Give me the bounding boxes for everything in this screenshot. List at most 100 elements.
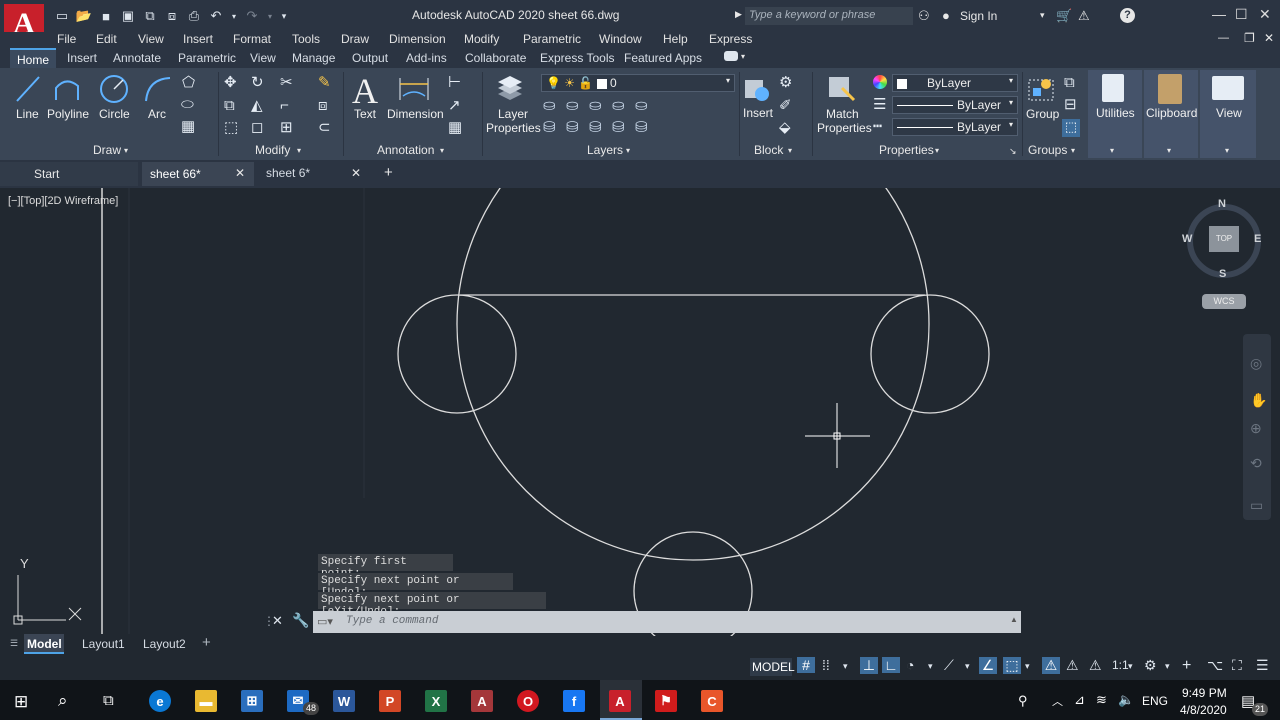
text-button-label[interactable]: Text: [354, 107, 376, 121]
menu-window[interactable]: Window: [599, 32, 642, 46]
close-tab-icon[interactable]: ✕: [351, 166, 361, 180]
save-icon[interactable]: ■: [98, 8, 114, 24]
text-icon[interactable]: A: [352, 70, 378, 112]
fillet-icon[interactable]: ⌐: [280, 98, 289, 114]
rotate-icon[interactable]: ↻: [251, 75, 264, 91]
layer-tool-5-icon[interactable]: ⛀: [635, 98, 648, 114]
tab-insert[interactable]: Insert: [67, 51, 97, 65]
binoculars-icon[interactable]: ⚇: [918, 8, 930, 24]
store-icon[interactable]: ⊞: [241, 690, 263, 712]
linear-dimension-icon[interactable]: ⊢: [448, 75, 461, 91]
layer-tool-9-icon[interactable]: ⛁: [612, 120, 625, 136]
snap-icon[interactable]: ⁞⁞: [822, 657, 830, 673]
redo-dropdown-icon[interactable]: ▾: [266, 8, 274, 24]
explode-icon[interactable]: ⧈: [318, 98, 328, 114]
lineweight-icon[interactable]: ☰: [873, 97, 886, 113]
chevron-down-icon[interactable]: ▾: [297, 146, 301, 155]
group-select-icon[interactable]: ⬚: [1062, 119, 1080, 137]
tab-manage[interactable]: Manage: [292, 51, 335, 65]
open-web-icon[interactable]: ⧉: [142, 8, 158, 24]
layer-properties-icon[interactable]: [494, 74, 526, 104]
ribbon-toggle-icon[interactable]: [724, 51, 738, 61]
chevron-down-icon[interactable]: ▾: [1040, 10, 1045, 21]
new-file-icon[interactable]: ▭: [54, 8, 70, 24]
block-panel-label[interactable]: Block: [754, 143, 783, 157]
network-icon[interactable]: ⊿: [1074, 692, 1085, 708]
layer-properties-label-1[interactable]: Layer: [498, 107, 528, 121]
auto-scale-icon[interactable]: ⚠: [1066, 657, 1079, 674]
layer-tool-3-icon[interactable]: ⛀: [589, 98, 602, 114]
menu-file[interactable]: File: [57, 32, 76, 46]
tab-home[interactable]: Home: [10, 48, 56, 68]
wifi-icon[interactable]: ≋: [1096, 692, 1107, 708]
add-layout-icon[interactable]: +: [202, 634, 211, 651]
command-prompt-icon[interactable]: ▭▾: [317, 615, 333, 628]
chevron-down-icon[interactable]: ▾: [928, 661, 933, 672]
close-icon[interactable]: ✕: [272, 613, 283, 629]
tab-parametric[interactable]: Parametric: [178, 51, 236, 65]
group-button-label[interactable]: Group: [1026, 107, 1059, 121]
menu-format[interactable]: Format: [233, 32, 271, 46]
customization-menu-icon[interactable]: ☰: [1256, 657, 1269, 674]
chevron-down-icon[interactable]: ▾: [440, 146, 444, 155]
fullscreen-icon[interactable]: ⛶: [1232, 657, 1242, 674]
polyline-icon[interactable]: [52, 74, 84, 104]
pan-icon[interactable]: ✋: [1250, 392, 1267, 409]
edge-browser-icon[interactable]: e: [149, 690, 171, 712]
color-wheel-icon[interactable]: [873, 75, 887, 89]
tab-model[interactable]: Model: [24, 634, 64, 654]
word-icon[interactable]: W: [333, 690, 355, 712]
trim-icon[interactable]: ✂: [280, 75, 293, 91]
units-icon[interactable]: ⌥: [1207, 657, 1223, 674]
hatch-icon[interactable]: ▦: [181, 119, 195, 135]
match-properties-label-2[interactable]: Properties: [817, 121, 872, 135]
zoom-extents-icon[interactable]: ⊕: [1250, 420, 1262, 437]
task-view-icon[interactable]: ⧉: [103, 692, 114, 709]
menu-draw[interactable]: Draw: [341, 32, 369, 46]
panel-launcher-icon[interactable]: ↘: [1009, 146, 1017, 157]
opera-icon[interactable]: O: [517, 690, 539, 712]
layer-tool-7-icon[interactable]: ⛁: [566, 120, 579, 136]
table-icon[interactable]: ▦: [448, 120, 462, 136]
lineweight-dropdown[interactable]: ByLayer ▾: [892, 96, 1018, 114]
chevron-down-icon[interactable]: ▾: [1025, 661, 1030, 672]
erase-icon[interactable]: ✎: [318, 75, 331, 91]
volume-icon[interactable]: 🔈: [1118, 692, 1134, 708]
redo-icon[interactable]: ↷: [244, 8, 260, 24]
chevron-down-icon[interactable]: ▾: [124, 146, 128, 155]
screen-recorder-icon[interactable]: C: [701, 690, 723, 712]
layer-tool-2-icon[interactable]: ⛀: [566, 98, 579, 114]
command-input[interactable]: Type a command: [346, 615, 438, 627]
layer-tool-1-icon[interactable]: ⛀: [543, 98, 556, 114]
dimension-button-label[interactable]: Dimension: [387, 107, 444, 121]
search-input[interactable]: Type a keyword or phrase: [745, 7, 913, 25]
create-block-icon[interactable]: ⚙: [779, 75, 792, 91]
cart-icon[interactable]: 🛒: [1056, 8, 1072, 24]
chevron-right-icon[interactable]: ▶: [735, 9, 742, 20]
menu-modify[interactable]: Modify: [464, 32, 499, 46]
insert-button-label[interactable]: Insert: [743, 106, 773, 120]
chevron-up-icon[interactable]: ▲: [1010, 615, 1018, 624]
rectangle-icon[interactable]: ⬠: [182, 75, 195, 91]
user-icon[interactable]: ●: [942, 8, 950, 23]
edit-block-icon[interactable]: ✐: [779, 98, 792, 114]
chevron-down-icon[interactable]: ▾: [1165, 661, 1170, 672]
undo-icon[interactable]: ↶: [208, 8, 224, 24]
facebook-icon[interactable]: f: [563, 690, 585, 712]
model-space-toggle[interactable]: MODEL: [750, 658, 795, 676]
search-icon[interactable]: ⌕: [58, 691, 68, 711]
annotation-scale-value[interactable]: 1:1: [1112, 658, 1129, 672]
annotation-visibility-icon[interactable]: ⚠: [1042, 657, 1060, 674]
chevron-down-icon[interactable]: ▾: [935, 146, 939, 155]
clock-date[interactable]: 4/8/2020: [1180, 703, 1227, 717]
workspace-gear-icon[interactable]: ⚙: [1144, 657, 1157, 674]
maximize-icon[interactable]: ☐: [1235, 6, 1248, 23]
chevron-down-icon[interactable]: ▾: [626, 146, 630, 155]
tab-layout2[interactable]: Layout2: [143, 637, 186, 651]
chevron-down-icon[interactable]: ▾: [1071, 146, 1075, 155]
acrobat-icon[interactable]: ⚑: [655, 690, 677, 712]
linetype-dropdown[interactable]: ByLayer ▾: [892, 118, 1018, 136]
line-icon[interactable]: [14, 74, 42, 104]
isodraft-icon[interactable]: ⟋: [944, 657, 954, 674]
tab-view[interactable]: View: [250, 51, 276, 65]
